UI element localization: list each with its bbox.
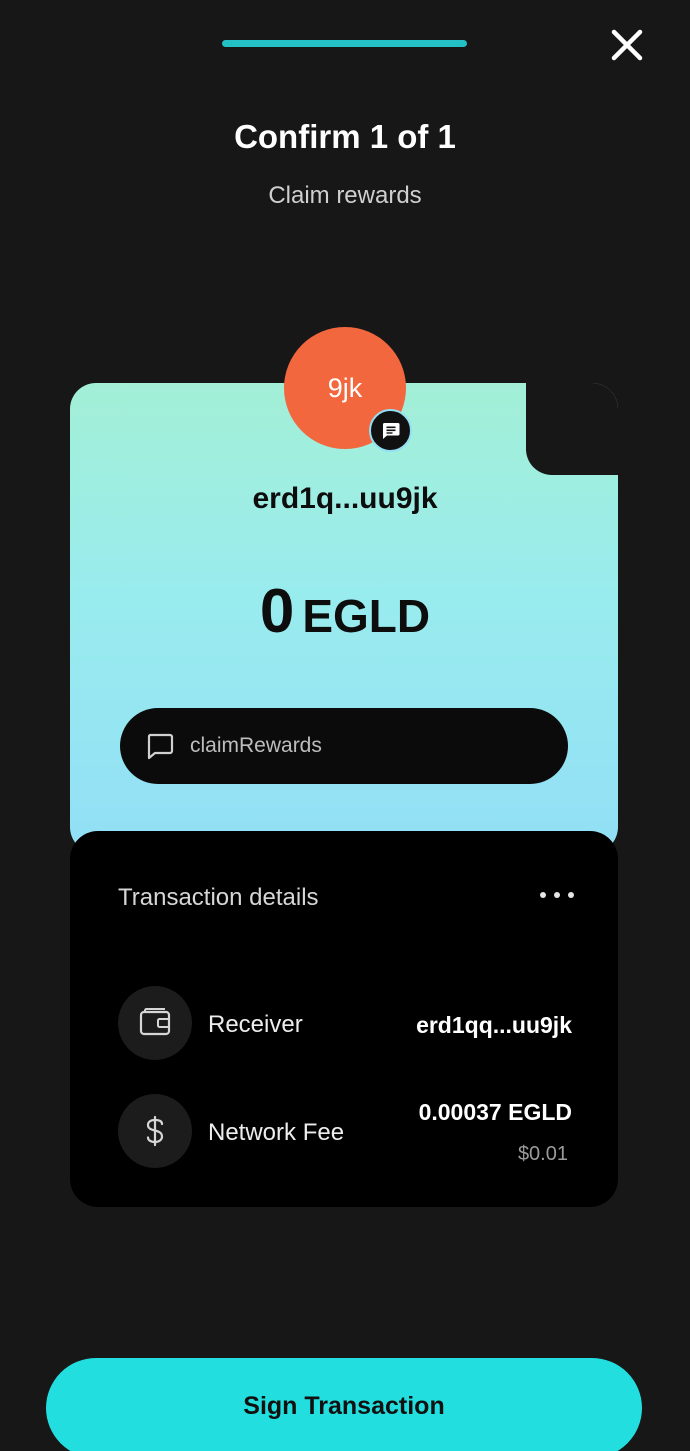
more-dot — [554, 892, 560, 898]
dollar-icon — [146, 1115, 164, 1147]
details-title: Transaction details — [118, 884, 319, 911]
more-dot — [540, 892, 546, 898]
receiver-label: Receiver — [208, 1011, 303, 1038]
receiver-value: erd1qq...uu9jk — [416, 1012, 572, 1038]
more-dot — [568, 892, 574, 898]
avatar-text: 9jk — [327, 372, 363, 403]
page-title: Confirm 1 of 1 — [234, 118, 456, 155]
fee-value: 0.00037 EGLD — [418, 1099, 572, 1125]
transaction-details-panel: Transaction details Receiver erd1qq...uu… — [70, 831, 618, 1207]
close-icon — [611, 29, 643, 61]
transfer-amount: 0 EGLD — [0, 576, 690, 647]
more-options-button[interactable] — [540, 883, 574, 907]
close-button[interactable] — [606, 24, 648, 66]
fee-label: Network Fee — [208, 1119, 345, 1146]
transaction-data-pill[interactable]: claimRewards — [120, 708, 568, 784]
fee-icon-circle — [118, 1094, 192, 1168]
transaction-confirm-screen: Confirm 1 of 1 Claim rewards 9jk erd1q..… — [0, 0, 690, 1451]
page-subtitle: Claim rewards — [268, 182, 422, 209]
drag-handle[interactable] — [222, 40, 467, 47]
comment-icon — [147, 733, 174, 760]
wallet-icon — [139, 1008, 171, 1036]
fee-fiat-value: $0.01 — [517, 1143, 568, 1165]
sign-transaction-button[interactable]: Sign Transaction — [46, 1358, 642, 1451]
receiver-icon-circle — [118, 986, 192, 1060]
card-notch — [526, 383, 618, 475]
data-label: claimRewards — [190, 734, 322, 757]
receiver-address: erd1q...uu9jk — [252, 482, 438, 515]
message-icon — [382, 422, 399, 439]
amount-unit: EGLD — [302, 590, 431, 642]
amount-value: 0 — [259, 577, 295, 646]
avatar-badge — [369, 409, 412, 452]
sign-button-label: Sign Transaction — [243, 1392, 445, 1420]
